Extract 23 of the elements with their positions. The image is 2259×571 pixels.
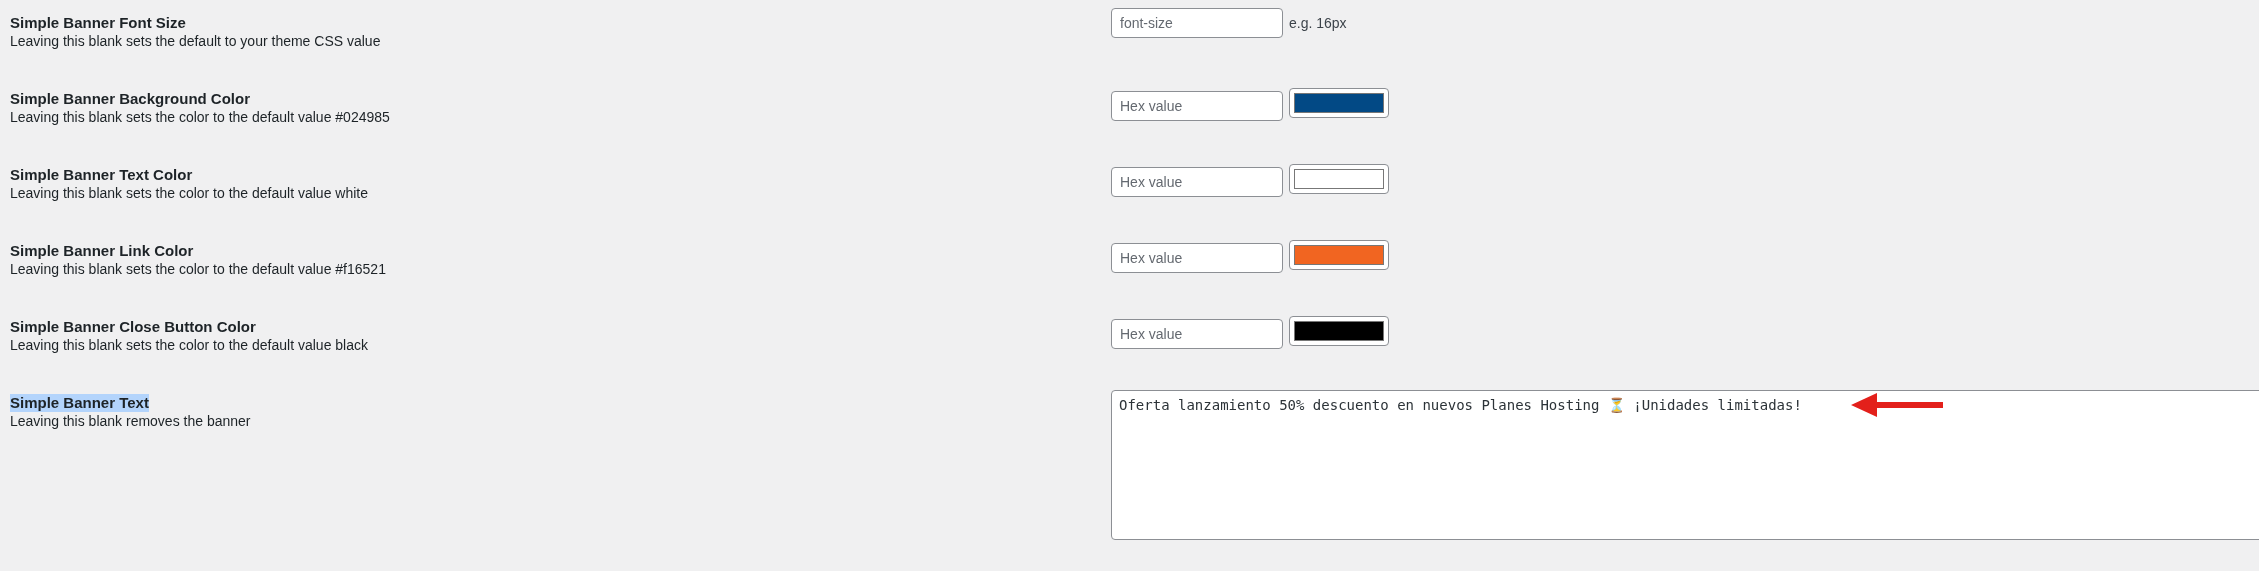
- input-field[interactable]: Hex value: [1111, 91, 1283, 121]
- input-field[interactable]: Hex value: [1111, 319, 1283, 349]
- setting-description: Leaving this blank sets the color to the default value white: [10, 184, 368, 202]
- setting-title: Simple Banner Text: [10, 394, 149, 412]
- color-swatch[interactable]: [1289, 164, 1389, 194]
- setting-description: Leaving this blank sets the default to your theme CSS value: [10, 32, 381, 50]
- color-swatch[interactable]: [1289, 240, 1389, 270]
- input-field[interactable]: font-size: [1111, 8, 1283, 38]
- setting-description: Leaving this blank sets the color to the default value #f16521: [10, 260, 386, 278]
- setting-title: Simple Banner Background Color: [10, 90, 251, 108]
- setting-description: Leaving this blank removes the banner: [10, 412, 251, 430]
- setting-description: Leaving this blank sets the color to the default value black: [10, 336, 368, 354]
- input-field[interactable]: Hex value: [1111, 167, 1283, 197]
- field-hint: e.g. 16px: [1289, 14, 1347, 33]
- setting-title: Simple Banner Text Color: [10, 166, 193, 184]
- color-swatch[interactable]: [1289, 88, 1389, 118]
- input-field[interactable]: Hex value: [1111, 243, 1283, 273]
- setting-title: Simple Banner Link Color: [10, 242, 194, 260]
- color-swatch[interactable]: [1289, 316, 1389, 346]
- setting-title: Simple Banner Close Button Color: [10, 318, 256, 336]
- setting-description: Leaving this blank sets the color to the default value #024985: [10, 108, 390, 126]
- banner-text-area[interactable]: Oferta lanzamiento 50% descuento en nuevos Planes Hosting ⏳ ¡Unidades limitadas!: [1111, 390, 2259, 540]
- setting-title: Simple Banner Font Size: [10, 14, 186, 32]
